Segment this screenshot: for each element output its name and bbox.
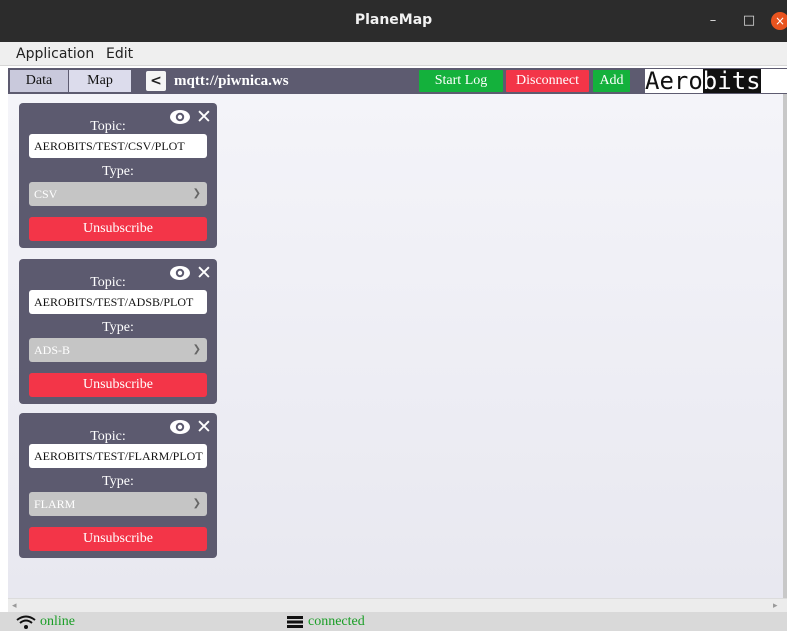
type-select[interactable]: ADS-B ❯ xyxy=(29,338,207,362)
menu-bar: Application Edit xyxy=(0,42,787,66)
add-button[interactable]: Add xyxy=(593,70,630,92)
close-icon[interactable]: ✕ xyxy=(196,262,212,284)
window-titlebar: PlaneMap – □ × xyxy=(0,0,787,42)
scroll-left-icon[interactable]: ◂ xyxy=(12,599,17,613)
topic-label: Topic: xyxy=(90,119,126,134)
chevron-down-icon: ❯ xyxy=(192,344,201,355)
minimize-button[interactable]: – xyxy=(704,12,722,30)
menu-edit[interactable]: Edit xyxy=(106,46,133,62)
horizontal-scrollbar[interactable]: ◂ ▸ xyxy=(8,598,787,612)
subscription-card: ✕ Topic: AEROBITS/TEST/FLARM/PLOT Type: … xyxy=(19,413,217,558)
connection-status: connected xyxy=(286,613,365,630)
window-title: PlaneMap xyxy=(354,12,433,28)
menu-application[interactable]: Application xyxy=(16,46,94,62)
scroll-right-icon[interactable]: ▸ xyxy=(773,599,778,613)
type-select-value: CSV xyxy=(34,187,58,201)
chevron-down-icon: ❯ xyxy=(192,188,201,199)
type-label: Type: xyxy=(102,164,134,179)
tab-map[interactable]: Map xyxy=(69,70,131,92)
logo-text-aero: Aero xyxy=(645,69,703,93)
type-select-value: FLARM xyxy=(34,497,76,511)
type-select-value: ADS-B xyxy=(34,343,71,357)
maximize-button[interactable]: □ xyxy=(740,12,758,30)
topic-input[interactable]: AEROBITS/TEST/ADSB/PLOT xyxy=(29,290,207,314)
tab-data[interactable]: Data xyxy=(10,70,68,92)
back-button[interactable]: < xyxy=(146,71,166,91)
subscription-card: ✕ Topic: AEROBITS/TEST/CSV/PLOT Type: CS… xyxy=(19,103,217,248)
chevron-down-icon: ❯ xyxy=(192,498,201,509)
topic-input[interactable]: AEROBITS/TEST/CSV/PLOT xyxy=(29,134,207,158)
wifi-icon xyxy=(16,615,36,629)
unsubscribe-button[interactable]: Unsubscribe xyxy=(29,217,207,241)
unsubscribe-button[interactable]: Unsubscribe xyxy=(29,373,207,397)
disconnect-button[interactable]: Disconnect xyxy=(506,70,589,92)
server-icon xyxy=(287,615,303,628)
subscription-card: ✕ Topic: AEROBITS/TEST/ADSB/PLOT Type: A… xyxy=(19,259,217,404)
unsubscribe-button[interactable]: Unsubscribe xyxy=(29,527,207,551)
connection-status-text: connected xyxy=(308,614,365,629)
broker-url: mqtt://piwnica.ws xyxy=(174,73,289,89)
network-status: online xyxy=(16,613,75,630)
topic-label: Topic: xyxy=(90,275,126,290)
vertical-scrollbar[interactable] xyxy=(783,94,787,598)
network-status-text: online xyxy=(40,614,75,629)
type-select[interactable]: CSV ❯ xyxy=(29,182,207,206)
start-log-button[interactable]: Start Log xyxy=(419,70,503,92)
toolbar: Data Map < mqtt://piwnica.ws Start Log D… xyxy=(8,68,787,94)
type-label: Type: xyxy=(102,474,134,489)
status-bar: online connected xyxy=(0,612,787,631)
aerobits-logo: Aerobits xyxy=(645,69,787,93)
type-select[interactable]: FLARM ❯ xyxy=(29,492,207,516)
type-label: Type: xyxy=(102,320,134,335)
topic-input[interactable]: AEROBITS/TEST/FLARM/PLOT xyxy=(29,444,207,468)
close-icon[interactable]: ✕ xyxy=(196,106,212,128)
close-window-button[interactable]: × xyxy=(771,12,787,30)
logo-text-bits: bits xyxy=(702,69,761,93)
close-icon[interactable]: ✕ xyxy=(196,416,212,438)
topic-label: Topic: xyxy=(90,429,126,444)
